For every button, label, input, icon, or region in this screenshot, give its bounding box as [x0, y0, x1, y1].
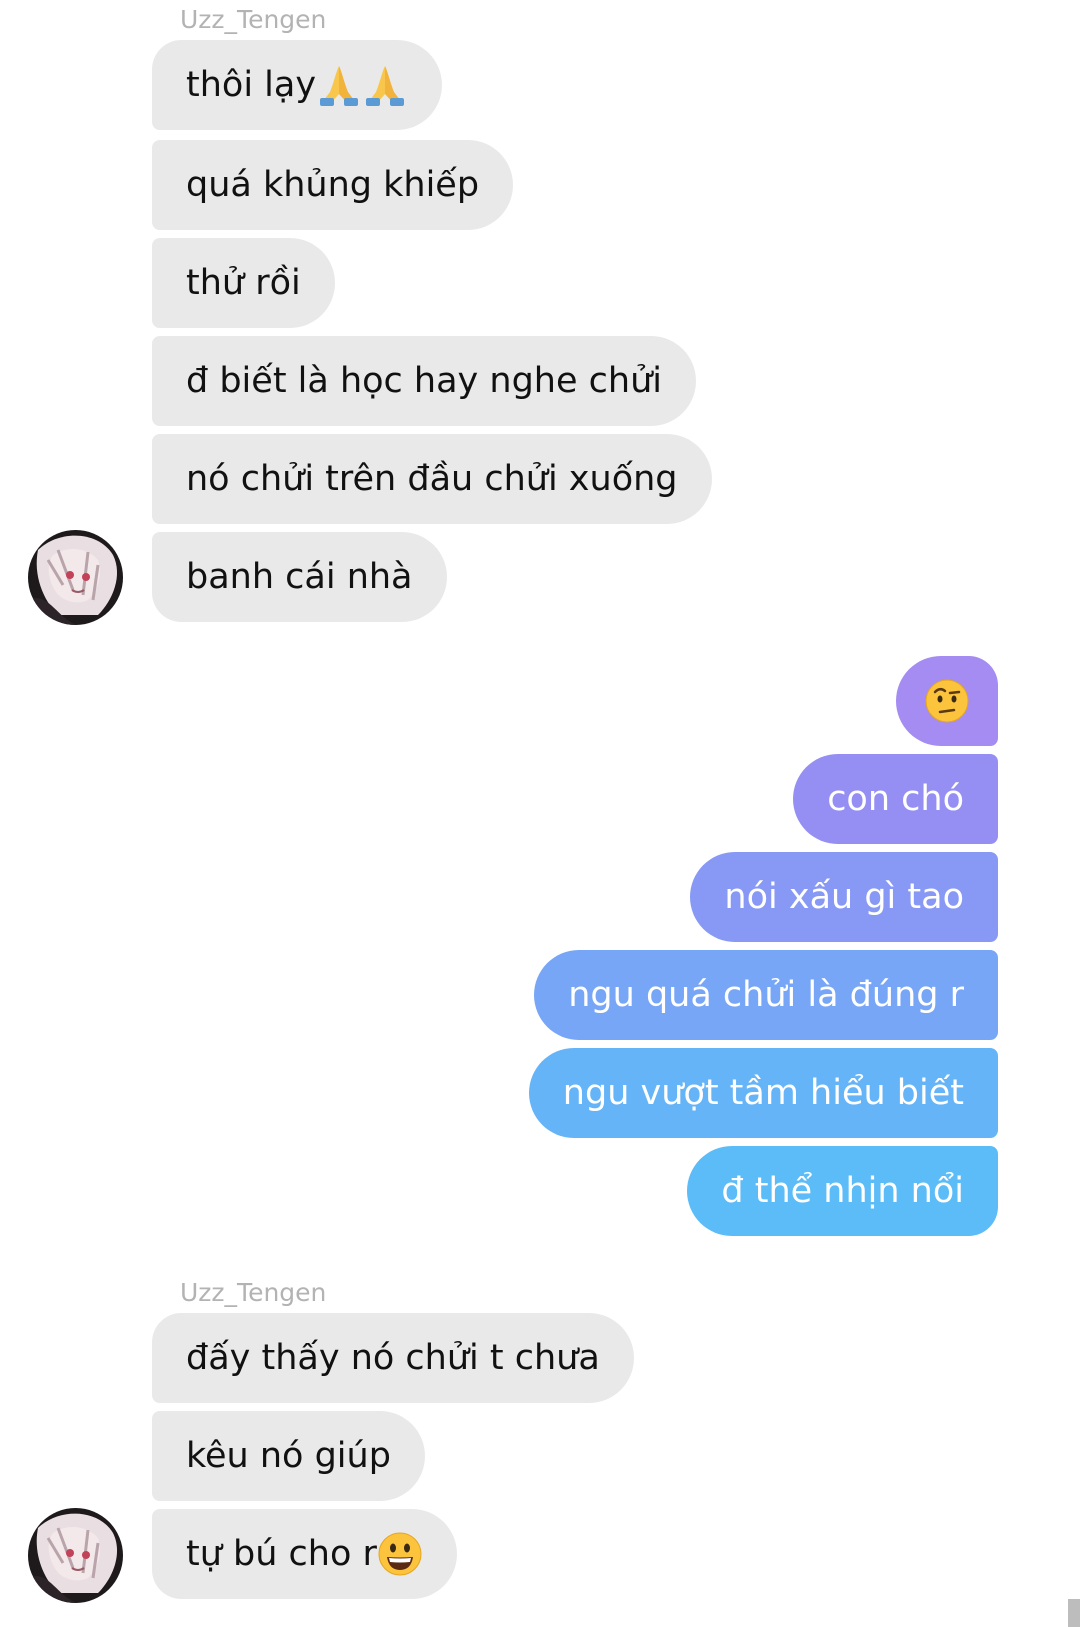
avatar[interactable]: [28, 1508, 123, 1603]
folded-hands-icon: [362, 62, 408, 108]
message-bubble-outgoing[interactable]: đ thể nhịn nổi: [687, 1146, 998, 1236]
message-bubble-outgoing[interactable]: nói xấu gì tao: [690, 852, 998, 942]
raised-eyebrow-face-icon: [924, 678, 970, 724]
message-text: con chó: [827, 779, 964, 819]
message-text: thử rồi: [186, 263, 301, 303]
message-text: nó chửi trên đầu chửi xuống: [186, 459, 678, 499]
sender-name: Uzz_Tengen: [180, 1278, 327, 1307]
message-bubble-incoming[interactable]: đấy thấy nó chửi t chưa: [152, 1313, 634, 1403]
sender-name: Uzz_Tengen: [180, 5, 327, 34]
message-bubble-incoming[interactable]: thôi lạy: [152, 40, 443, 130]
message-text: thôi lạy: [186, 65, 317, 105]
message-text: banh cái nhà: [186, 557, 413, 597]
message-text: ngu vượt tầm hiểu biết: [562, 1073, 964, 1113]
scrollbar-thumb[interactable]: [1068, 1599, 1080, 1627]
message-bubble-outgoing[interactable]: con chó: [793, 754, 998, 844]
message-text: tự bú cho r: [186, 1534, 377, 1574]
message-text: đ thể nhịn nổi: [721, 1171, 964, 1211]
message-text: quá khủng khiếp: [186, 165, 480, 205]
message-bubble-incoming[interactable]: banh cái nhà: [152, 532, 447, 622]
avatar[interactable]: [28, 530, 123, 625]
message-text: nói xấu gì tao: [724, 877, 964, 917]
message-bubble-incoming[interactable]: kêu nó giúp: [152, 1411, 425, 1501]
message-bubble-incoming[interactable]: nó chửi trên đầu chửi xuống: [152, 434, 712, 524]
message-bubble-outgoing[interactable]: [896, 656, 998, 746]
message-bubble-incoming[interactable]: đ biết là học hay nghe chửi: [152, 336, 696, 426]
message-bubble-outgoing[interactable]: ngu quá chửi là đúng r: [534, 950, 998, 1040]
message-text: kêu nó giúp: [186, 1436, 391, 1476]
message-bubble-outgoing[interactable]: ngu vượt tầm hiểu biết: [528, 1048, 998, 1138]
message-text: ngu quá chửi là đúng r: [568, 975, 964, 1015]
message-text: đ biết là học hay nghe chửi: [186, 361, 662, 401]
message-bubble-incoming[interactable]: tự bú cho r: [152, 1509, 457, 1599]
folded-hands-icon: [316, 62, 362, 108]
message-bubble-incoming[interactable]: thử rồi: [152, 238, 335, 328]
grinning-face-icon: [377, 1531, 423, 1577]
message-text: đấy thấy nó chửi t chưa: [186, 1338, 600, 1378]
message-bubble-incoming[interactable]: quá khủng khiếp: [152, 140, 514, 230]
